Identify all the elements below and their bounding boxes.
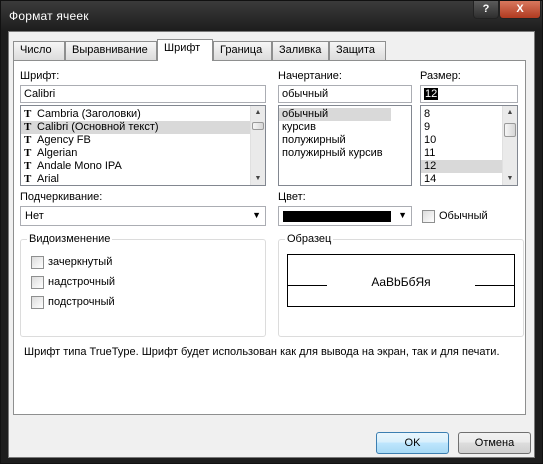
font-list[interactable]: T Cambria (Заголовки) T Calibri (Основной … [20, 105, 266, 186]
dropdown-arrow-icon: ▼ [398, 210, 407, 220]
tab-font[interactable]: Шрифт [157, 39, 213, 61]
cancel-button[interactable]: Отмена [458, 432, 531, 454]
normal-font-label: Обычный [439, 210, 488, 222]
underline-value: Нет [25, 210, 44, 222]
effects-group-title: Видоизменение [27, 233, 113, 245]
color-select[interactable]: ▼ [278, 206, 412, 226]
scroll-thumb[interactable] [504, 123, 516, 137]
style-input[interactable]: обычный [278, 85, 412, 103]
checkbox-icon[interactable] [422, 210, 435, 223]
font-list-item[interactable]: T Cambria (Заголовки) [21, 108, 265, 121]
tab-number[interactable]: Число [13, 41, 65, 60]
superscript-label: надстрочный [48, 276, 115, 288]
normal-font-checkbox[interactable]: Обычный [422, 210, 488, 224]
strikethrough-checkbox[interactable]: зачеркнутый [31, 256, 112, 270]
truetype-icon: T [24, 108, 32, 120]
scroll-thumb[interactable] [252, 122, 264, 130]
help-button[interactable]: ? [473, 1, 499, 19]
style-label: Начертание: [278, 70, 342, 82]
dropdown-arrow-icon: ▼ [252, 210, 261, 220]
style-list-item-selected[interactable]: обычный [279, 108, 391, 121]
size-list[interactable]: 8 9 10 11 12 14 ▲ ▼ [420, 105, 518, 186]
close-button[interactable]: X [499, 1, 541, 19]
font-list-item[interactable]: T Andale Mono IPA [21, 160, 265, 173]
truetype-icon: T [24, 121, 32, 133]
subscript-checkbox[interactable]: подстрочный [31, 296, 115, 310]
tab-alignment[interactable]: Выравнивание [65, 41, 157, 60]
size-list-item-selected[interactable]: 12 [421, 160, 502, 173]
checkbox-icon[interactable] [31, 276, 44, 289]
font-list-item-selected[interactable]: T Calibri (Основной текст) [21, 121, 250, 134]
truetype-icon: T [24, 173, 32, 185]
size-list-scrollbar[interactable]: ▲ ▼ [502, 106, 517, 185]
color-swatch [283, 211, 391, 222]
scroll-up-arrow-icon[interactable]: ▲ [251, 106, 265, 119]
tab-border[interactable]: Граница [213, 41, 272, 60]
style-list[interactable]: обычный курсив полужирный полужирный кур… [278, 105, 412, 186]
ok-button[interactable]: OK [376, 432, 449, 454]
preview-box: AaBbБбЯя [287, 254, 515, 307]
underline-label: Подчеркивание: [20, 191, 103, 203]
size-input[interactable]: 12 [420, 85, 518, 103]
style-list-item[interactable]: полужирный [279, 134, 411, 147]
underline-select[interactable]: Нет ▼ [20, 206, 266, 226]
truetype-icon: T [24, 147, 32, 159]
color-label: Цвет: [278, 191, 306, 203]
effects-group: Видоизменение зачеркнутый надстрочный по… [20, 233, 266, 337]
size-input-value: 12 [424, 88, 439, 100]
style-list-item[interactable]: полужирный курсив [279, 147, 411, 160]
size-label: Размер: [420, 70, 461, 82]
subscript-label: подстрочный [48, 296, 115, 308]
font-hint-text: Шрифт типа TrueType. Шрифт будет использ… [24, 346, 500, 358]
superscript-checkbox[interactable]: надстрочный [31, 276, 115, 290]
font-label: Шрифт: [20, 70, 60, 82]
font-list-item[interactable]: T Algerian [21, 147, 265, 160]
style-list-item[interactable]: курсив [279, 121, 411, 134]
checkbox-icon[interactable] [31, 256, 44, 269]
font-tab-panel: Шрифт: Calibri T Cambria (Заголовки) T Cal… [13, 60, 526, 415]
font-list-item[interactable]: T Agency FB [21, 134, 265, 147]
tab-fill[interactable]: Заливка [272, 41, 329, 60]
strikethrough-label: зачеркнутый [48, 256, 113, 268]
scroll-down-arrow-icon[interactable]: ▼ [251, 172, 265, 185]
truetype-icon: T [24, 134, 32, 146]
tab-protection[interactable]: Защита [329, 41, 386, 60]
preview-group: Образец AaBbБбЯя [278, 233, 524, 337]
scroll-up-arrow-icon[interactable]: ▲ [503, 106, 517, 119]
font-name-input[interactable]: Calibri [20, 85, 266, 103]
preview-group-title: Образец [285, 233, 334, 245]
format-cells-dialog: Формат ячеек ? X Число Выравнивание Шриф… [0, 0, 543, 464]
truetype-icon: T [24, 160, 32, 172]
font-list-scrollbar[interactable]: ▲ ▼ [250, 106, 265, 185]
font-list-item[interactable]: T Arial [21, 173, 265, 185]
title-bar: Формат ячеек ? X [1, 1, 542, 31]
window-title: Формат ячеек [9, 9, 89, 23]
dialog-body: Число Выравнивание Шрифт Граница Заливка… [8, 31, 535, 458]
scroll-down-arrow-icon[interactable]: ▼ [503, 172, 517, 185]
checkbox-icon[interactable] [31, 296, 44, 309]
preview-sample-text: AaBbБбЯя [371, 275, 431, 289]
